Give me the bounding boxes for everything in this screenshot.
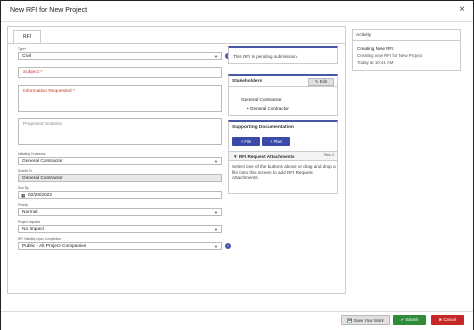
stakeholder-member: • General Contractor bbox=[247, 106, 289, 111]
pending-notice: This RFI is pending submission. bbox=[228, 46, 338, 64]
chevron-down-icon: ▼ bbox=[214, 244, 218, 249]
project-impacts-field: Project Impacts No Impact ▼ bbox=[18, 220, 222, 233]
submit-to-readonly: General Contractor bbox=[18, 174, 222, 182]
cancel-button[interactable]: ✖ Cancel bbox=[431, 315, 464, 325]
submit-to-label: Submit To bbox=[18, 169, 33, 173]
stakeholders-panel: Stakeholders ✎ Edit General Contractor •… bbox=[228, 74, 338, 116]
subject-placeholder: Subject bbox=[23, 70, 39, 75]
tab-rfi[interactable]: RFI bbox=[13, 30, 41, 44]
initiating-contractor-value: General Contractor bbox=[22, 159, 63, 164]
activity-entry-time: Today at 10:41 AM bbox=[357, 60, 394, 65]
due-by-input[interactable]: ▦ 02/26/2022 bbox=[18, 191, 222, 199]
title-bar: New RFI for New Project × bbox=[1, 1, 473, 22]
calendar-icon[interactable]: ▦ bbox=[21, 192, 25, 199]
activity-title: Activity bbox=[353, 30, 460, 41]
chevron-down-icon: ▼ bbox=[214, 54, 218, 59]
type-label: Type bbox=[18, 47, 25, 51]
add-plan-button[interactable]: + Plan bbox=[262, 137, 290, 146]
visibility-label: RFI Visibility Upon Completion bbox=[18, 237, 61, 241]
due-by-value: 02/26/2022 bbox=[28, 193, 53, 198]
subject-input[interactable]: Subject * bbox=[18, 67, 222, 78]
pending-text: This RFI is pending submission. bbox=[233, 54, 299, 59]
close-icon[interactable]: × bbox=[459, 5, 465, 15]
dialog-footer: 💾 Save Your Work ✔ Submit ✖ Cancel bbox=[1, 311, 473, 330]
attachments-hint: Select one of the buttons above or drag … bbox=[232, 164, 336, 181]
proposed-solution-placeholder: Proposed Solution bbox=[23, 122, 63, 127]
proposed-solution-textarea[interactable]: Proposed Solution bbox=[18, 118, 222, 145]
submit-to-value: General Contractor bbox=[22, 176, 63, 181]
attachments-header[interactable]: ▼ RFI Request Attachments Files: 0 bbox=[229, 151, 337, 161]
submit-to-field: Submit To General Contractor bbox=[18, 169, 222, 182]
type-field: Type* Civil ▼ i bbox=[18, 47, 231, 60]
new-rfi-dialog: New RFI for New Project × RFI Type* Civi… bbox=[0, 0, 474, 330]
information-requested-textarea[interactable]: Information Requested * bbox=[18, 85, 222, 112]
activity-panel: Activity Creating New RFI Creating new R… bbox=[352, 29, 461, 71]
dialog-title: New RFI for New Project bbox=[10, 7, 88, 14]
visibility-select[interactable]: Public - All Project Companies ▼ i bbox=[18, 242, 231, 250]
supporting-documentation-panel: Supporting Documentation + File + Plan ▼… bbox=[228, 120, 338, 194]
due-by-field: Due By ▦ 02/26/2022 bbox=[18, 186, 222, 199]
supporting-documentation-title: Supporting Documentation bbox=[232, 125, 294, 130]
info-icon[interactable]: i bbox=[225, 243, 231, 249]
initiating-contractor-field: Initiating Contractor General Contractor… bbox=[18, 152, 222, 165]
project-impacts-select[interactable]: No Impact ▼ bbox=[18, 225, 222, 233]
project-impacts-value: No Impact bbox=[22, 227, 44, 232]
activity-entry-title: Creating New RFI bbox=[357, 46, 394, 51]
priority-select[interactable]: Normal ▼ bbox=[18, 208, 222, 216]
project-impacts-label: Project Impacts bbox=[18, 220, 40, 224]
add-file-button[interactable]: + File bbox=[232, 137, 260, 146]
type-select[interactable]: Civil ▼ i bbox=[18, 52, 231, 60]
visibility-field: RFI Visibility Upon Completion Public - … bbox=[18, 237, 231, 250]
chevron-down-icon: ▼ bbox=[214, 210, 218, 215]
form-fields: Type* Civil ▼ i Subject * Information Re… bbox=[18, 45, 231, 295]
visibility-value: Public - All Project Companies bbox=[22, 244, 87, 249]
initiating-contractor-select[interactable]: General Contractor ▼ bbox=[18, 157, 222, 165]
type-value: Civil bbox=[22, 54, 32, 59]
submit-button[interactable]: ✔ Submit bbox=[393, 315, 426, 325]
edit-stakeholders-button[interactable]: ✎ Edit bbox=[308, 78, 334, 86]
chevron-down-icon: ▼ bbox=[214, 227, 218, 232]
stakeholder-group: General Contractor bbox=[241, 98, 282, 103]
priority-value: Normal bbox=[22, 210, 38, 215]
initiating-contractor-label: Initiating Contractor bbox=[18, 152, 46, 156]
priority-field: Priority Normal ▼ bbox=[18, 203, 222, 216]
tab-divider bbox=[8, 43, 345, 44]
chevron-down-icon: ▼ bbox=[214, 159, 218, 164]
required-marker: * bbox=[24, 47, 27, 51]
due-by-label: Due By bbox=[18, 186, 29, 190]
files-count: Files: 0 bbox=[323, 153, 334, 157]
activity-entry-description: Creating new RFI for New Project bbox=[357, 53, 423, 58]
save-your-work-button[interactable]: 💾 Save Your Work bbox=[341, 315, 390, 325]
information-requested-placeholder: Information Requested bbox=[23, 89, 72, 94]
priority-label: Priority bbox=[18, 203, 28, 207]
